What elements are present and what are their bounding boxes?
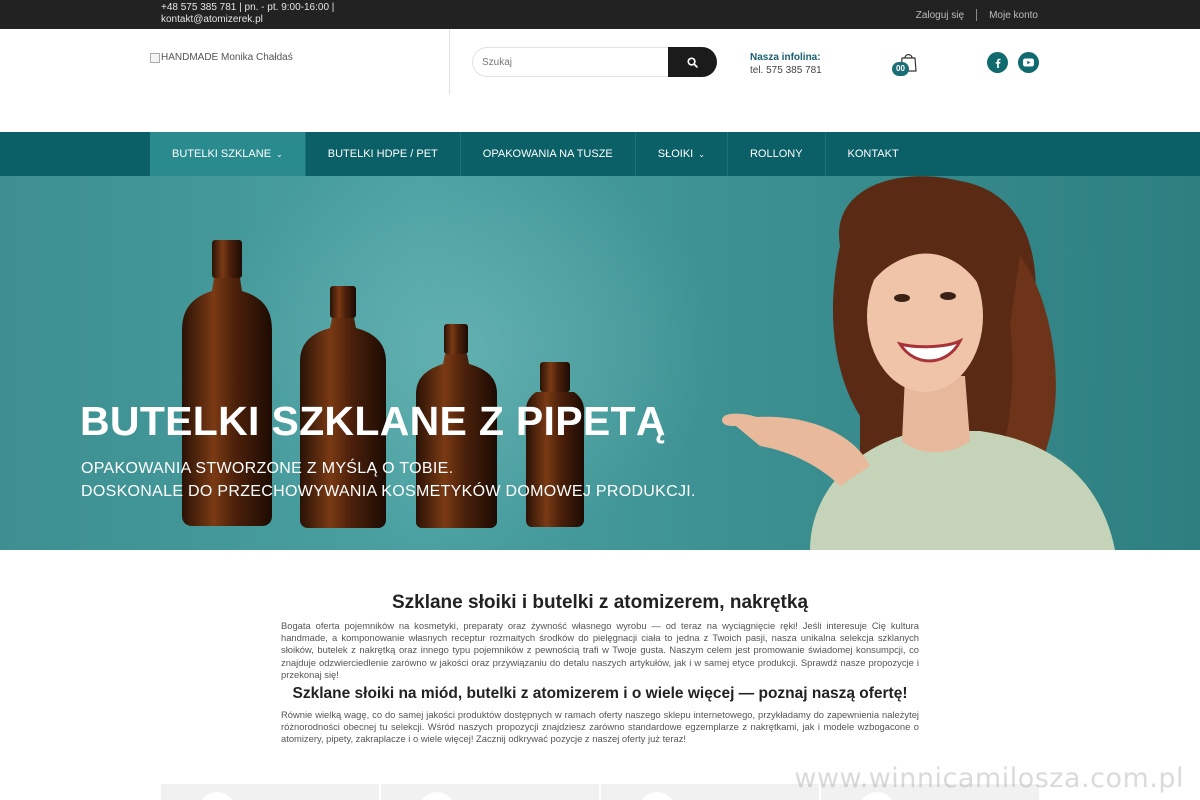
hero-subtitle-line2: DOSKONALE DO PRZECHOWYWANIA KOSMETYKÓW D… [81,483,696,500]
offer-subheading: Szklane słoiki na miód, butelki z atomiz… [292,685,908,703]
nav-item-kontakt[interactable]: KONTAKT [826,132,921,176]
nav-item-label: BUTELKI HDPE / PET [327,148,438,160]
nav-item-opakowania-na-tusze[interactable]: OPAKOWANIA NA TUSZE [461,132,636,176]
infolina-phone[interactable]: tel. 575 385 781 [750,64,822,77]
search-input[interactable] [472,47,668,77]
topbar-contact: +48 575 385 781 | pn. - pt. 9:00-16:00 |… [161,2,351,26]
watermark: www.winnicamilosza.com.pl [794,763,1184,794]
nav-item-label: KONTAKT [847,148,899,160]
topbar-email[interactable]: kontakt@atomizerek.pl [161,14,351,26]
feature-box [381,784,601,800]
smiling-woman-image [721,176,1115,550]
search-button[interactable] [668,47,717,77]
nav-item-butelki-hdpe-pet[interactable]: BUTELKI HDPE / PET [306,132,461,176]
facebook-icon [995,58,1000,68]
nav-item-butelki-szklane[interactable]: BUTELKI SZKLANE ⌄ [150,132,306,176]
infolina: Nasza infolina: tel. 575 385 781 [750,51,822,77]
intro-section: Szklane słoiki i butelki z atomizerem, n… [281,592,919,746]
header-divider [449,29,450,95]
nav-item-rollony[interactable]: ROLLONY [728,132,826,176]
feature-box [161,784,381,800]
facebook-button[interactable] [987,52,1008,73]
feature-icon [639,792,675,800]
cart-count-badge: 00 [892,62,909,76]
feature-icon [419,792,455,800]
nav-item-label: ROLLONY [749,148,803,160]
topbar-phone-hours: +48 575 385 781 | pn. - pt. 9:00-16:00 | [161,2,335,13]
chevron-down-icon: ⌄ [276,149,283,159]
nav-menu: BUTELKI SZKLANE ⌄ BUTELKI HDPE / PET OPA… [150,132,921,176]
infolina-label: Nasza infolina: [750,52,821,63]
hero-banner[interactable]: BUTELKI SZKLANE Z PIPETĄ OPAKOWANIA STWO… [0,176,1200,550]
top-bar: +48 575 385 781 | pn. - pt. 9:00-16:00 |… [0,0,1200,29]
hero-subtitle: OPAKOWANIA STWORZONE Z MYŚLĄ O TOBIE. DO… [81,457,696,503]
site-header: HANDMADE Monika Chałdaś Nasza infolina: … [0,29,1200,132]
main-navigation: BUTELKI SZKLANE ⌄ BUTELKI HDPE / PET OPA… [0,132,1200,176]
site-logo[interactable]: HANDMADE Monika Chałdaś [150,52,293,63]
nav-item-label: OPAKOWANIA NA TUSZE [482,148,613,160]
intro-paragraph: Bogata oferta pojemników na kosmetyki, p… [281,620,919,680]
nav-item-label: SŁOIKI [657,148,694,160]
hero-subtitle-line1: OPAKOWANIA STWORZONE Z MYŚLĄ O TOBIE. [81,460,454,477]
feature-icon [199,792,235,800]
account-links: Zaloguj się Moje konto [916,9,1038,21]
hero-title: BUTELKI SZKLANE Z PIPETĄ [80,398,666,444]
my-account-link[interactable]: Moje konto [989,10,1038,21]
nav-item-label: BUTELKI SZKLANE [172,148,272,160]
intro-heading: Szklane słoiki i butelki z atomizerem, n… [391,592,809,613]
search-form [472,47,717,77]
login-link[interactable]: Zaloguj się [916,10,964,21]
search-icon [687,56,698,68]
broken-image-icon [150,52,160,63]
offer-paragraph: Równie wielką wagę, co do samej jakości … [281,709,919,745]
account-divider [976,9,978,21]
youtube-button[interactable] [1018,52,1039,73]
feature-box [601,784,821,800]
nav-item-sloiki[interactable]: SŁOIKI ⌄ [636,132,728,176]
cart-button[interactable]: 00 [892,49,920,77]
youtube-icon [1023,58,1034,67]
chevron-down-icon: ⌄ [698,149,705,159]
logo-alt-text: HANDMADE Monika Chałdaś [161,52,293,63]
